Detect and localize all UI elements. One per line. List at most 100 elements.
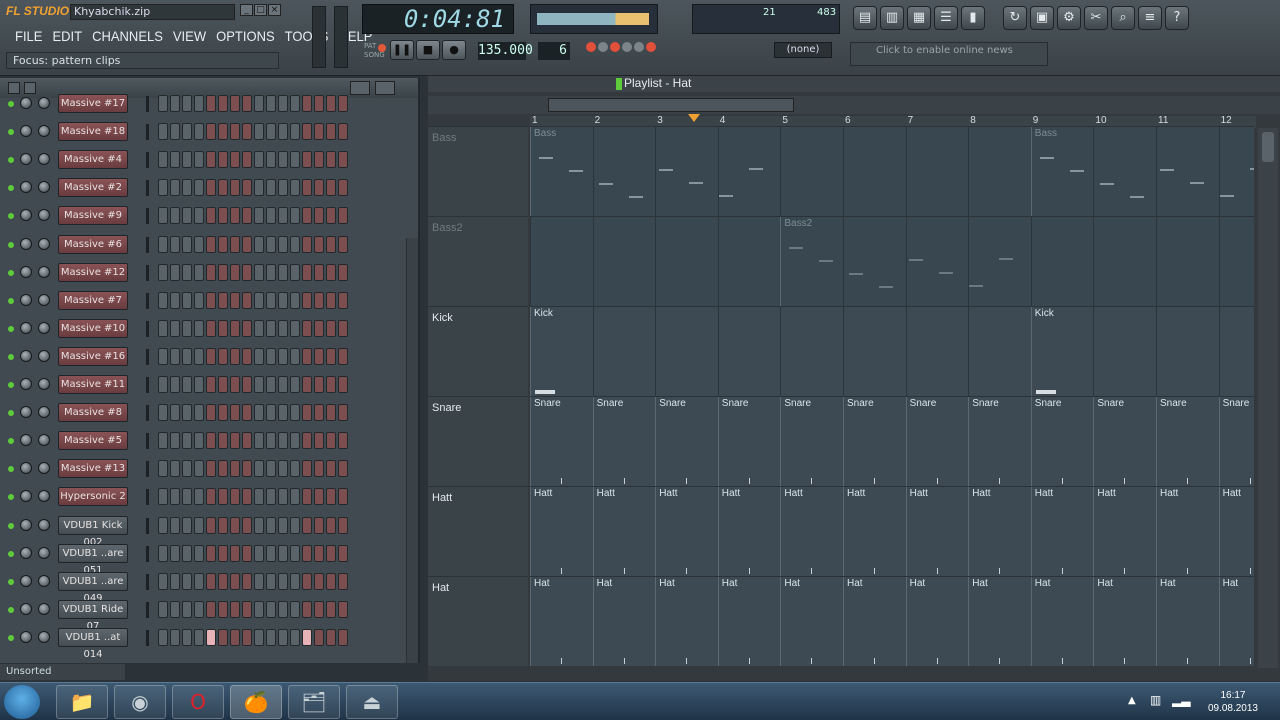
channel-volume-knob[interactable]	[20, 293, 32, 306]
channel-filter-select[interactable]: Unsorted	[0, 664, 125, 680]
step-button[interactable]	[290, 488, 300, 506]
step-button[interactable]	[230, 291, 240, 309]
close-button[interactable]: ×	[268, 4, 281, 16]
channel-name-button[interactable]: Massive #17	[58, 94, 128, 113]
step-button[interactable]	[290, 460, 300, 478]
channel-mute-led[interactable]	[8, 297, 14, 304]
step-button[interactable]	[194, 516, 204, 534]
channel-select-bar[interactable]	[146, 96, 149, 112]
pattern-clip[interactable]: Snare	[1156, 397, 1219, 486]
channel-row[interactable]: Massive #2	[0, 174, 405, 202]
step-button[interactable]	[302, 432, 312, 450]
step-button[interactable]	[302, 291, 312, 309]
channel-select-bar[interactable]	[146, 236, 149, 253]
track-lane[interactable]: Bass Bass	[530, 126, 1254, 216]
step-button[interactable]	[158, 628, 168, 646]
step-button[interactable]	[182, 600, 192, 618]
step-button[interactable]	[170, 432, 180, 450]
channel-name-button[interactable]: VDUB1 ..are 049	[58, 571, 128, 604]
step-button[interactable]	[158, 263, 168, 281]
step-button[interactable]	[170, 291, 180, 309]
pattern-clip[interactable]: Snare	[530, 397, 593, 486]
channel-select-bar[interactable]	[146, 405, 149, 422]
pattern-clip[interactable]: Hatt	[968, 487, 1031, 576]
channel-name-button[interactable]: VDUB1 ..at 014	[58, 627, 128, 660]
step-button[interactable]	[278, 263, 288, 281]
step-button[interactable]	[206, 432, 216, 450]
step-button[interactable]	[194, 347, 204, 365]
step-button[interactable]	[302, 376, 312, 393]
step-button[interactable]	[170, 319, 180, 337]
step-button[interactable]	[266, 263, 276, 281]
step-button[interactable]	[254, 516, 264, 534]
step-button[interactable]	[254, 347, 264, 365]
chrome-icon[interactable]: ◉	[114, 685, 166, 719]
step-button[interactable]	[182, 376, 192, 393]
step-button[interactable]	[170, 516, 180, 534]
step-button[interactable]	[242, 376, 252, 393]
channel-pan-knob[interactable]	[38, 518, 50, 531]
pattern-clip[interactable]: Bass	[1030, 127, 1254, 216]
pattern-clip[interactable]: Hatt	[843, 487, 906, 576]
step-button[interactable]	[266, 460, 276, 478]
step-button[interactable]	[338, 460, 348, 478]
step-button[interactable]	[230, 95, 240, 112]
step-button[interactable]	[206, 95, 216, 112]
step-button[interactable]	[158, 376, 168, 393]
channel-mute-led[interactable]	[8, 410, 14, 417]
step-button[interactable]	[170, 544, 180, 562]
step-button[interactable]	[290, 544, 300, 562]
step-button[interactable]	[182, 460, 192, 478]
channel-pan-knob[interactable]	[38, 349, 50, 362]
start-orb[interactable]	[4, 685, 40, 719]
step-button[interactable]	[170, 151, 180, 169]
step-button[interactable]	[206, 404, 216, 422]
pattern-clip[interactable]: Snare	[968, 397, 1031, 486]
search-icon[interactable]: ⌕	[1111, 6, 1135, 30]
step-button[interactable]	[254, 291, 264, 309]
step-button[interactable]	[242, 460, 252, 478]
step-button[interactable]	[338, 319, 348, 337]
step-button[interactable]	[158, 572, 168, 590]
step-button[interactable]	[194, 235, 204, 253]
step-button[interactable]	[266, 432, 276, 450]
track-lane[interactable]: Kick Kick	[530, 306, 1254, 396]
song-time-display[interactable]: 0:04:81	[362, 4, 514, 34]
channel-mute-led[interactable]	[8, 438, 14, 445]
channel-volume-knob[interactable]	[20, 321, 32, 334]
channel-pan-knob[interactable]	[38, 321, 50, 334]
channel-name-button[interactable]: Massive #13	[58, 459, 128, 479]
channel-name-button[interactable]: Hypersonic 2	[58, 487, 128, 507]
channel-pan-knob[interactable]	[38, 265, 50, 278]
step-button[interactable]	[302, 488, 312, 506]
loop-record-toggle[interactable]	[646, 42, 656, 52]
step-button[interactable]	[326, 432, 336, 450]
step-button[interactable]	[278, 179, 288, 197]
step-button[interactable]	[254, 151, 264, 169]
channel-row[interactable]: Massive #9	[0, 202, 405, 230]
channel-volume-knob[interactable]	[20, 265, 32, 278]
step-button[interactable]	[218, 123, 228, 141]
channel-name-button[interactable]: Massive #2	[58, 178, 128, 198]
step-button[interactable]	[170, 179, 180, 197]
step-button[interactable]	[290, 347, 300, 365]
step-button[interactable]	[182, 95, 192, 112]
step-button[interactable]	[338, 572, 348, 590]
step-button[interactable]	[266, 123, 276, 141]
step-button[interactable]	[338, 488, 348, 506]
step-button[interactable]	[158, 404, 168, 422]
pattern-clip[interactable]: Snare	[655, 397, 718, 486]
step-button[interactable]	[254, 460, 264, 478]
track-label[interactable]: Bass	[432, 132, 456, 144]
step-button[interactable]	[182, 432, 192, 450]
step-button[interactable]	[338, 291, 348, 309]
step-button[interactable]	[326, 544, 336, 562]
tempo-display[interactable]: 135.000	[478, 42, 533, 60]
step-button[interactable]	[242, 516, 252, 534]
step-button[interactable]	[158, 95, 168, 112]
pattern-clip[interactable]: Hatt	[592, 487, 656, 576]
channel-name-button[interactable]: Massive #8	[58, 403, 128, 423]
playlist-vscroll[interactable]	[1258, 128, 1278, 668]
step-button[interactable]	[218, 179, 228, 197]
step-button[interactable]	[290, 628, 300, 646]
